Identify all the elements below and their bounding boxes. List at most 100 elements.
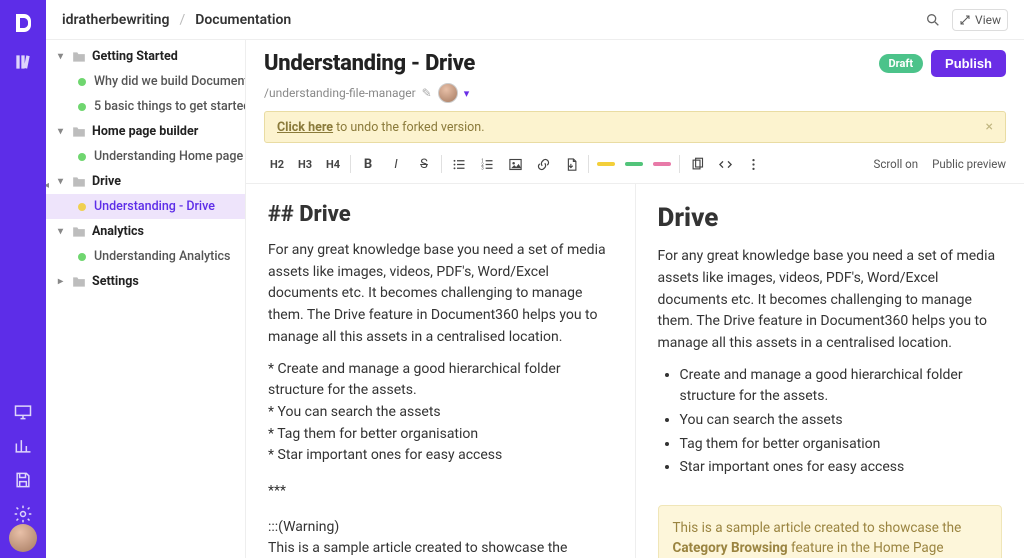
sidebar-item-why-build[interactable]: Why did we build Document3… xyxy=(46,69,245,94)
breadcrumb-section[interactable]: Documentation xyxy=(195,12,291,28)
more-icon[interactable] xyxy=(740,153,766,175)
public-preview-link[interactable]: Public preview xyxy=(932,157,1006,171)
folder-icon xyxy=(72,276,86,288)
ol-button[interactable]: 123 xyxy=(474,153,500,175)
view-label: View xyxy=(975,13,1001,27)
topbar: idratherbewriting / Documentation View xyxy=(46,0,1024,40)
status-badge-draft: Draft xyxy=(879,54,924,73)
sidebar-label: Getting Started xyxy=(92,49,178,64)
preview-heading: Drive xyxy=(658,198,1003,238)
sidebar-item-basic-things[interactable]: 5 basic things to get started xyxy=(46,94,245,119)
sidebar-label: Why did we build Document3… xyxy=(94,74,245,89)
status-dot-icon xyxy=(78,253,86,261)
breadcrumb-sep: / xyxy=(179,12,185,28)
md-warning-open: :::(Warning) xyxy=(268,517,613,539)
sidebar-label: Understanding Home page bu… xyxy=(94,149,245,164)
author-avatar[interactable] xyxy=(438,83,458,103)
list-item: Star important ones for easy access xyxy=(680,457,1003,479)
undo-fork-banner: Click here to undo the forked version. × xyxy=(264,111,1006,143)
article-slug[interactable]: /understanding-file-manager xyxy=(264,86,416,100)
settings-icon[interactable] xyxy=(13,504,33,524)
h3-button[interactable]: H3 xyxy=(292,153,318,175)
bold-button[interactable]: B xyxy=(355,153,381,175)
monitor-icon[interactable] xyxy=(13,402,33,422)
link-button[interactable] xyxy=(530,153,556,175)
publish-button[interactable]: Publish xyxy=(931,50,1006,77)
user-avatar[interactable] xyxy=(9,524,37,552)
chevron-down-icon: ▾ xyxy=(58,176,68,187)
folder-icon xyxy=(72,176,86,188)
ul-button[interactable] xyxy=(446,153,472,175)
sidebar-item-understanding-drive[interactable]: Understanding - Drive xyxy=(46,194,245,219)
strike-button[interactable]: S xyxy=(411,153,437,175)
list-item: Create and manage a good hierarchical fo… xyxy=(680,365,1003,408)
status-dot-icon xyxy=(78,153,86,161)
article-title[interactable]: Understanding - Drive xyxy=(264,51,475,76)
close-icon[interactable]: × xyxy=(986,119,993,135)
view-button[interactable]: View xyxy=(952,9,1008,31)
color-yellow-button[interactable] xyxy=(593,153,619,175)
copy-button[interactable] xyxy=(684,153,710,175)
scroll-toggle[interactable]: Scroll on xyxy=(874,157,919,171)
undo-text: to undo the forked version. xyxy=(333,120,484,135)
sidebar-cat-analytics[interactable]: ▾ Analytics xyxy=(46,219,245,244)
sidebar-label: 5 basic things to get started xyxy=(94,99,245,114)
breadcrumb: idratherbewriting / Documentation xyxy=(62,12,291,28)
resize-handle[interactable]: ◂ xyxy=(46,180,49,191)
status-dot-icon xyxy=(78,78,86,86)
file-button[interactable] xyxy=(558,153,584,175)
sidebar-label: Analytics xyxy=(92,224,144,239)
sidebar-label: Understanding - Drive xyxy=(94,199,215,214)
preview-paragraph: For any great knowledge base you need a … xyxy=(658,246,1003,354)
h2-button[interactable]: H2 xyxy=(264,153,290,175)
status-dot-icon xyxy=(78,103,86,111)
md-warning-line: This is a sample article created to show… xyxy=(268,538,613,558)
chevron-down-icon: ▾ xyxy=(58,51,68,62)
sidebar-label: Home page builder xyxy=(92,124,198,139)
folder-icon xyxy=(72,51,86,63)
md-bullet: * Create and manage a good hierarchical … xyxy=(268,359,613,402)
chevron-down-icon[interactable]: ▾ xyxy=(464,87,470,100)
sidebar-cat-drive[interactable]: ▾ Drive xyxy=(46,169,245,194)
sidebar-item-understanding-home[interactable]: Understanding Home page bu… xyxy=(46,144,245,169)
left-rail xyxy=(0,0,46,558)
list-item: You can search the assets xyxy=(680,410,1003,432)
editor-toolbar: H2 H3 H4 B I S 123 xyxy=(246,149,1024,184)
md-bullet: * Star important ones for easy access xyxy=(268,445,613,467)
folder-icon xyxy=(72,126,86,138)
svg-text:3: 3 xyxy=(481,166,484,171)
color-pink-button[interactable] xyxy=(649,153,675,175)
sidebar-cat-home-builder[interactable]: ▾ Home page builder xyxy=(46,119,245,144)
save-icon[interactable] xyxy=(13,470,33,490)
preview-list: Create and manage a good hierarchical fo… xyxy=(658,365,1003,479)
undo-link[interactable]: Click here xyxy=(277,120,333,135)
app-logo xyxy=(8,8,38,38)
chevron-down-icon: ▾ xyxy=(58,226,68,237)
sidebar-label: Drive xyxy=(92,174,121,189)
sidebar-item-understanding-analytics[interactable]: Understanding Analytics xyxy=(46,244,245,269)
library-icon[interactable] xyxy=(13,52,33,72)
sidebar-cat-getting-started[interactable]: ▾ Getting Started xyxy=(46,44,245,69)
sidebar-cat-settings[interactable]: ▸ Settings xyxy=(46,269,245,294)
list-item: Tag them for better organisation xyxy=(680,434,1003,456)
color-green-button[interactable] xyxy=(621,153,647,175)
preview-pane: ◂▸ Drive For any great knowledge base yo… xyxy=(636,184,1024,558)
italic-button[interactable]: I xyxy=(383,153,409,175)
markdown-editor[interactable]: ## Drive For any great knowledge base yo… xyxy=(246,184,636,558)
md-paragraph: For any great knowledge base you need a … xyxy=(268,240,613,348)
analytics-icon[interactable] xyxy=(13,436,33,456)
chevron-down-icon: ▾ xyxy=(58,126,68,137)
code-button[interactable] xyxy=(712,153,738,175)
image-button[interactable] xyxy=(502,153,528,175)
status-dot-icon xyxy=(78,203,86,211)
chevron-right-icon: ▸ xyxy=(58,276,68,287)
h4-button[interactable]: H4 xyxy=(320,153,346,175)
article-tree: ▾ Getting Started Why did we build Docum… xyxy=(46,40,246,558)
edit-slug-icon[interactable]: ✎ xyxy=(422,86,432,100)
breadcrumb-workspace[interactable]: idratherbewriting xyxy=(62,12,169,28)
warning-callout: This is a sample article created to show… xyxy=(658,505,1003,558)
search-icon[interactable] xyxy=(922,9,944,31)
md-bullet: * You can search the assets xyxy=(268,402,613,424)
md-bullet: * Tag them for better organisation xyxy=(268,424,613,446)
md-heading: ## Drive xyxy=(268,198,613,232)
